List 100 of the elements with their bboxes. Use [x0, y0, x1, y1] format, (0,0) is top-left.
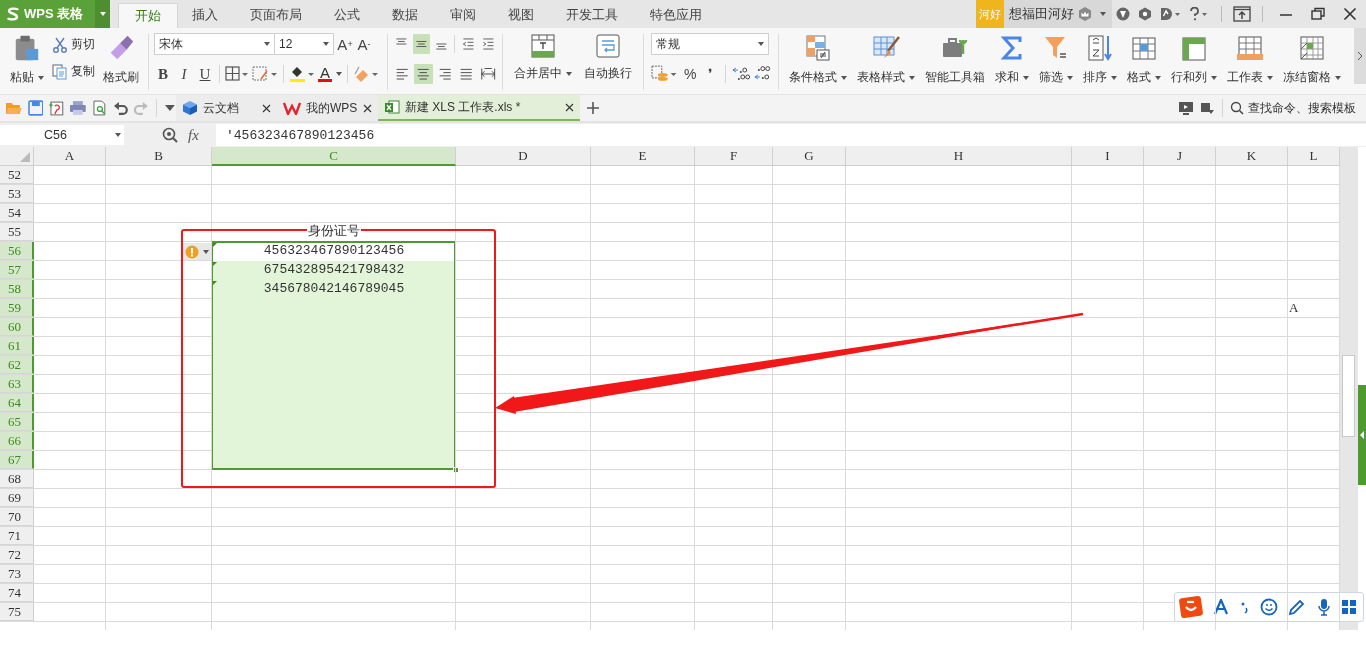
hexagon-icon[interactable] [1138, 7, 1152, 21]
save-icon[interactable] [27, 100, 44, 116]
menu-tab[interactable]: 特色应用 [634, 3, 718, 28]
menu-tab[interactable]: 页面布局 [234, 3, 318, 28]
vertical-align-icon[interactable] [412, 34, 430, 54]
new-tab-icon[interactable] [586, 101, 600, 115]
wrap-text-button[interactable]: 自动换行 [578, 32, 638, 88]
undo-icon[interactable] [112, 100, 129, 116]
search-field[interactable]: 查找命令、搜索模板 [1230, 101, 1360, 115]
menu-tab[interactable]: 插入 [176, 3, 234, 28]
document-tab[interactable]: 新建 XLS 工作表.xls * [378, 95, 580, 121]
number-format-field[interactable]: 常规 [651, 33, 769, 55]
grow-font-button[interactable]: A$^{+}$ [337, 34, 353, 54]
column-header[interactable]: K [1216, 147, 1288, 166]
upload-icon[interactable] [1233, 6, 1251, 22]
font-color-button[interactable]: A [318, 66, 342, 82]
percent-button[interactable]: % [681, 64, 700, 84]
menu-tab[interactable]: 审阅 [434, 3, 492, 28]
paste-button[interactable]: 粘贴 [6, 32, 48, 88]
row-header[interactable]: 69 [0, 489, 34, 507]
close-tab-icon[interactable] [363, 103, 372, 113]
ribbon-tool-button[interactable]: 工作表 [1222, 32, 1278, 88]
error-check-button[interactable] [182, 243, 212, 260]
grid-menu-icon[interactable] [1340, 599, 1357, 615]
scrollbar-thumb[interactable] [1342, 355, 1355, 437]
smiley-icon[interactable] [1260, 598, 1278, 616]
menu-tab[interactable]: 数据 [376, 3, 434, 28]
cell-reference-field[interactable]: C56 [0, 125, 124, 145]
column-header[interactable]: H [846, 147, 1072, 166]
menu-tab[interactable]: 视图 [492, 3, 550, 28]
copy-button[interactable]: 复制 [52, 63, 95, 80]
borders-icon[interactable] [225, 66, 249, 82]
row-header[interactable]: 71 [0, 527, 34, 545]
row-header[interactable]: 70 [0, 508, 34, 526]
bold-button[interactable]: B [154, 64, 172, 84]
column-header[interactable]: A [34, 147, 106, 166]
menu-tab[interactable]: 公式 [318, 3, 376, 28]
currency-icon[interactable] [651, 65, 679, 83]
fill-color-icon[interactable] [289, 65, 315, 83]
ribbon-tool-button[interactable]: 筛选 [1034, 32, 1078, 88]
row-header[interactable]: 72 [0, 546, 34, 564]
column-header[interactable]: L [1288, 147, 1340, 166]
menu-tab[interactable]: 开发工具 [550, 3, 634, 28]
skin-icon[interactable] [1116, 7, 1130, 21]
row-header[interactable]: 54 [0, 204, 34, 222]
column-header[interactable]: F [695, 147, 773, 166]
underline-button[interactable]: U [196, 64, 214, 84]
cell-fill-icon[interactable] [252, 66, 278, 82]
ribbon-tool-button[interactable]: 排序 [1078, 32, 1122, 88]
row-header[interactable]: 74 [0, 584, 34, 602]
fill-handle[interactable] [453, 467, 459, 473]
letter-mode-icon[interactable] [1213, 599, 1230, 615]
print-icon[interactable] [69, 100, 87, 116]
monitor-icon[interactable] [1178, 101, 1194, 115]
flag-icon[interactable] [1199, 101, 1215, 115]
document-tab[interactable]: 我的WPS [277, 95, 378, 121]
zoom-icon[interactable] [162, 127, 178, 143]
row-header[interactable]: 55 [0, 223, 34, 241]
column-header[interactable]: J [1144, 147, 1216, 166]
thousands-separator-button[interactable]: ❜ [702, 64, 720, 84]
user-menu[interactable]: 想福田河好 [1004, 0, 1112, 28]
column-header[interactable]: B [106, 147, 212, 166]
column-header[interactable]: I [1072, 147, 1144, 166]
decrease-decimal-icon[interactable] [753, 65, 773, 83]
function-button[interactable]: fx [188, 126, 216, 144]
pencil-icon[interactable] [1288, 598, 1307, 616]
microphone-icon[interactable] [1316, 598, 1331, 616]
column-header[interactable]: E [591, 147, 695, 166]
document-tab[interactable]: 云文档 [176, 95, 277, 121]
ime-logo-icon[interactable] [1179, 595, 1203, 619]
ribbon-tool-button[interactable]: 求和 [990, 32, 1034, 88]
row-header[interactable]: 73 [0, 565, 34, 583]
vertical-scrollbar[interactable] [1340, 147, 1358, 630]
ribbon-tool-button[interactable]: 条件格式 [784, 32, 852, 88]
ribbon-tool-button[interactable]: 智能工具箱 [920, 32, 990, 88]
row-header[interactable]: 52 [0, 166, 34, 184]
font-name-field[interactable]: 宋体 [154, 33, 275, 55]
row-header[interactable]: 68 [0, 470, 34, 488]
close-icon[interactable] [1343, 7, 1357, 21]
column-header[interactable]: D [456, 147, 591, 166]
merge-center-button[interactable]: 合并居中 [508, 32, 578, 88]
increase-decimal-icon[interactable] [730, 65, 751, 83]
menu-tab[interactable]: 开始 [118, 3, 178, 28]
row-header[interactable]: 75 [0, 603, 34, 621]
ribbon-tool-button[interactable]: 行和列 [1166, 32, 1222, 88]
column-header[interactable]: G [773, 147, 846, 166]
row-header[interactable]: 53 [0, 185, 34, 203]
ribbon-tool-button[interactable]: 表格样式 [852, 32, 920, 88]
close-tab-icon[interactable] [565, 102, 574, 112]
italic-button[interactable]: I [175, 64, 193, 84]
font-size-field[interactable]: 12 [274, 33, 334, 55]
cut-button[interactable]: 剪切 [52, 36, 95, 53]
format-painter-button[interactable]: 格式刷 [99, 32, 143, 88]
formula-field[interactable]: '456323467890123456 [216, 124, 1366, 146]
help-icon[interactable] [1188, 7, 1210, 21]
app-dropdown-button[interactable] [95, 0, 110, 28]
close-tab-icon[interactable] [262, 103, 271, 113]
horizontal-align-icon[interactable] [414, 64, 433, 84]
ribbon-tool-button[interactable]: 格式 [1122, 32, 1166, 88]
export-pdf-icon[interactable] [48, 100, 65, 116]
